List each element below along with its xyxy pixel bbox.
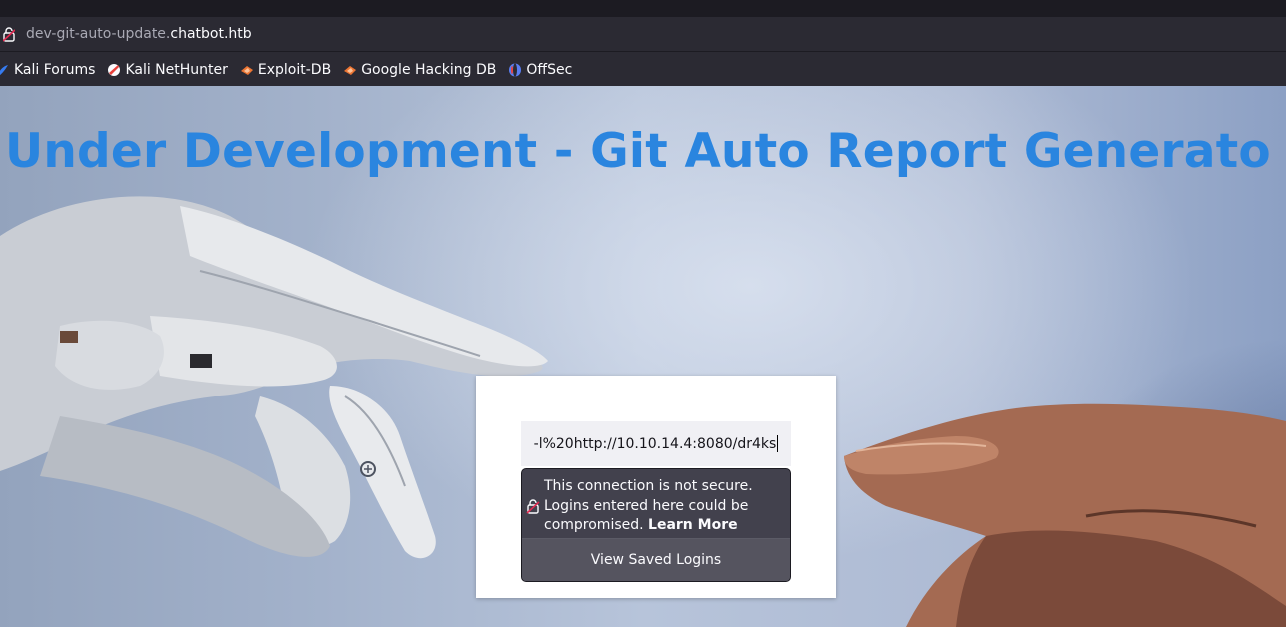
page-title: Under Development - Git Auto Report Gene… <box>5 124 1271 179</box>
bookmark-google-hacking-db[interactable]: Google Hacking DB <box>343 62 496 78</box>
tab-strip <box>0 0 1286 18</box>
exploit-db-icon <box>240 63 254 77</box>
url-input[interactable]: -l%20http://10.10.14.4:8080/dr4ks <box>521 421 791 466</box>
bookmark-label: Kali Forums <box>14 61 96 78</box>
url-text[interactable]: dev-git-auto-update.chatbot.htb <box>26 26 252 42</box>
view-saved-logins-label: View Saved Logins <box>590 552 722 568</box>
url-input-value: -l%20http://10.10.14.4:8080/dr4ks <box>533 435 777 452</box>
warning-text: This connection is not secure. Logins en… <box>544 477 786 536</box>
bookmark-label: Google Hacking DB <box>361 61 497 78</box>
form-card: -l%20http://10.10.14.4:8080/dr4ks This c… <box>476 376 836 598</box>
bookmark-offsec[interactable]: OffSec <box>508 62 572 78</box>
bookmark-kali-forums[interactable]: Kali Forums <box>0 62 95 78</box>
bookmark-label: Kali NetHunter <box>125 61 228 78</box>
bookmark-exploit-db[interactable]: Exploit-DB <box>240 62 331 78</box>
page-content: Under Development - Git Auto Report Gene… <box>0 86 1286 627</box>
view-saved-logins-button[interactable]: View Saved Logins <box>522 539 790 581</box>
learn-more-link[interactable]: Learn More <box>648 517 738 533</box>
insecure-lock-icon[interactable] <box>2 25 16 43</box>
address-bar[interactable]: dev-git-auto-update.chatbot.htb <box>0 17 1286 51</box>
text-caret <box>777 435 779 452</box>
url-domain: chatbot.htb <box>170 26 252 42</box>
bookmark-label: OffSec <box>526 61 573 78</box>
bookmark-label: Exploit-DB <box>257 61 332 78</box>
google-hacking-db-icon <box>343 63 357 77</box>
kali-nethunter-icon <box>107 63 121 77</box>
offsec-icon <box>508 63 522 77</box>
insecure-lock-icon <box>526 498 540 514</box>
bookmarks-toolbar: Kali Forums Kali NetHunter Exploit-DB Go… <box>0 51 1286 87</box>
bookmark-kali-nethunter[interactable]: Kali NetHunter <box>107 61 228 78</box>
insecure-login-popup: This connection is not secure. Logins en… <box>521 468 791 582</box>
kali-forums-icon <box>0 63 10 77</box>
insecure-warning: This connection is not secure. Logins en… <box>522 469 790 537</box>
url-subdomain: dev-git-auto-update. <box>26 26 171 42</box>
